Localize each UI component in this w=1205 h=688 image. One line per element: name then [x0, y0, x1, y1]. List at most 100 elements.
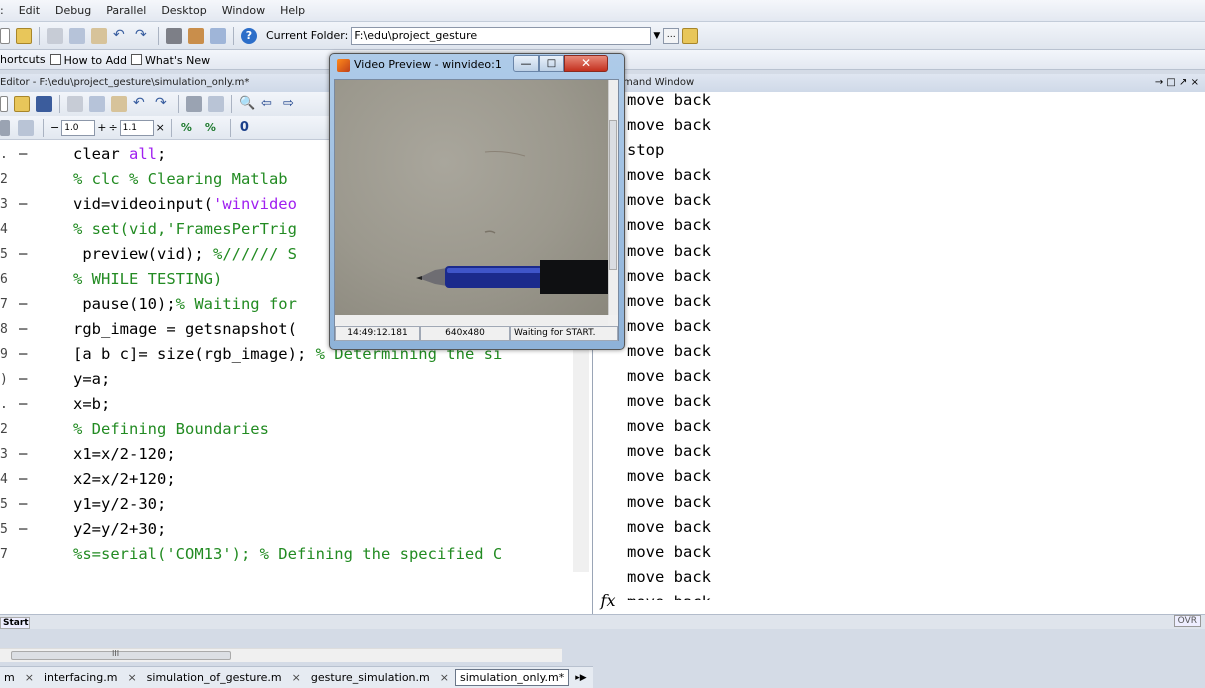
breakpoint-marker[interactable]: — [19, 342, 27, 367]
command-output-line: move back [627, 542, 711, 561]
help-icon[interactable]: ? [241, 27, 257, 44]
toolbar-separator [43, 118, 44, 137]
cut-icon[interactable] [67, 96, 83, 112]
profiler-icon[interactable] [210, 27, 226, 44]
cell-eval-icon[interactable] [18, 119, 34, 136]
close-icon[interactable]: × [440, 671, 449, 684]
scrollbar-thumb[interactable] [609, 120, 617, 270]
simulink-icon[interactable] [166, 27, 182, 44]
current-folder-input[interactable]: F:\edu\project_gesture [351, 26, 652, 45]
start-button[interactable]: Start [0, 617, 30, 629]
redo-icon[interactable]: ↷ [135, 28, 151, 44]
menu-window[interactable]: Window [222, 4, 265, 17]
copy-icon[interactable] [89, 96, 105, 112]
open-folder-icon[interactable] [14, 96, 30, 112]
tab-simulation-of-gesture[interactable]: simulation_of_gesture.m [143, 671, 286, 684]
save-icon[interactable] [36, 96, 52, 112]
comment-icon[interactable] [208, 96, 224, 112]
forward-arrow-icon[interactable]: ⇨ [283, 96, 299, 112]
print-icon[interactable] [186, 96, 202, 112]
browse-folder-button[interactable]: … [663, 27, 680, 44]
function-browser-icon[interactable]: fx [593, 591, 623, 611]
tab-scroll-right-icon[interactable]: ▸▶ [575, 673, 586, 683]
breakpoint-marker[interactable]: — [19, 492, 27, 517]
comment-percent-icon[interactable]: % [181, 120, 197, 136]
line-number: ) [0, 372, 8, 387]
parent-folder-icon[interactable] [682, 27, 699, 44]
code-line[interactable]: 7 %s=serial('COM13'); % Defining the spec… [0, 542, 575, 567]
copy-icon[interactable] [69, 27, 85, 44]
breakpoint-marker[interactable]: — [19, 467, 27, 492]
minimize-button[interactable]: — [513, 55, 539, 72]
code-line[interactable]: 5 — y1=y/2-30; [0, 492, 575, 517]
breakpoint-marker[interactable]: — [19, 317, 27, 342]
how-to-add-label: How to Add [63, 53, 127, 67]
cell-value-input[interactable]: 1.0 [61, 119, 96, 136]
video-preview-window[interactable]: Video Preview - winvideo:1 — □ ✕ 14:49:1… [329, 53, 625, 350]
how-to-add-link[interactable]: How to Add [49, 53, 127, 67]
breakpoint-marker[interactable]: — [19, 192, 27, 217]
breakpoint-marker[interactable]: — [19, 517, 27, 542]
minus-icon[interactable]: − [50, 121, 59, 134]
breakpoint-marker[interactable]: — [19, 292, 27, 317]
breakpoint-marker[interactable]: — [19, 142, 27, 167]
line-number: 4 [0, 472, 8, 487]
open-folder-icon[interactable] [16, 27, 32, 44]
code-line[interactable]: 3 — x1=x/2-120; [0, 442, 575, 467]
cell-factor-input[interactable]: 1.1 [119, 119, 154, 136]
close-button[interactable]: ✕ [564, 55, 608, 72]
paste-icon[interactable] [111, 96, 127, 112]
undo-icon[interactable]: ↶ [133, 96, 149, 112]
paste-icon[interactable] [91, 27, 107, 44]
new-file-icon[interactable] [0, 96, 8, 112]
menu-debug[interactable]: Debug [55, 4, 91, 17]
uncomment-percent-icon[interactable]: % [205, 120, 221, 136]
divide-icon[interactable]: ÷ [108, 121, 117, 134]
menu-desktop[interactable]: Desktop [161, 4, 206, 17]
menu-edit[interactable]: Edit [19, 4, 40, 17]
multiply-icon[interactable]: × [156, 121, 165, 134]
preview-horizontal-scrollbar[interactable] [335, 315, 608, 325]
back-arrow-icon[interactable]: ⇦ [261, 96, 277, 112]
breakpoint-marker[interactable]: — [19, 442, 27, 467]
chevron-down-icon[interactable]: ▼ [653, 31, 660, 41]
close-icon[interactable]: × [292, 671, 301, 684]
whats-new-link[interactable]: What's New [130, 53, 210, 67]
line-number: 5 [0, 497, 8, 512]
breakpoint-marker[interactable]: — [19, 367, 27, 392]
command-output[interactable]: move back move back stop move back move back… [627, 88, 1187, 600]
code-text: %s=serial('COM13'); % Defining the speci… [73, 545, 503, 563]
tab-simulation-only[interactable]: simulation_only.m* [454, 669, 570, 686]
redo-icon[interactable]: ↷ [155, 96, 171, 112]
find-icon[interactable]: 🔍 [239, 96, 255, 112]
breakpoint-marker[interactable]: — [19, 242, 27, 267]
tab-m[interactable]: m [0, 671, 19, 684]
code-line[interactable]: 2 % Defining Boundaries [0, 417, 575, 442]
maximize-button[interactable]: □ [539, 55, 564, 72]
cut-icon[interactable] [47, 27, 63, 44]
new-file-icon[interactable] [0, 27, 10, 44]
undo-icon[interactable]: ↶ [113, 28, 129, 44]
command-output-line: move back [627, 492, 711, 511]
cell-icon[interactable] [0, 119, 10, 136]
code-line[interactable]: 4 — x2=x/2+120; [0, 467, 575, 492]
shortcuts-label[interactable]: hortcuts [0, 53, 46, 66]
breakpoint-marker[interactable]: — [19, 392, 27, 417]
tab-gesture-simulation[interactable]: gesture_simulation.m [307, 671, 434, 684]
close-icon[interactable]: × [25, 671, 34, 684]
plus-icon[interactable]: + [97, 121, 106, 134]
menu-parallel[interactable]: Parallel [106, 4, 146, 17]
scrollbar-thumb[interactable]: III [11, 649, 231, 660]
close-icon[interactable]: × [127, 671, 136, 684]
guide-icon[interactable] [188, 27, 204, 44]
line-number: . [0, 397, 8, 412]
command-output-line: stop [627, 141, 665, 160]
tab-interfacing[interactable]: interfacing.m [40, 671, 122, 684]
code-line[interactable]: 5 — y2=y/2+30; [0, 517, 575, 542]
code-line[interactable]: ) — y=a; [0, 367, 575, 392]
menu-file[interactable]: : [0, 4, 4, 17]
command-output-line: move back [627, 417, 711, 436]
menu-help[interactable]: Help [280, 4, 305, 17]
zero-cell-icon[interactable]: 0 [240, 120, 256, 136]
code-line[interactable]: . — x=b; [0, 392, 575, 417]
